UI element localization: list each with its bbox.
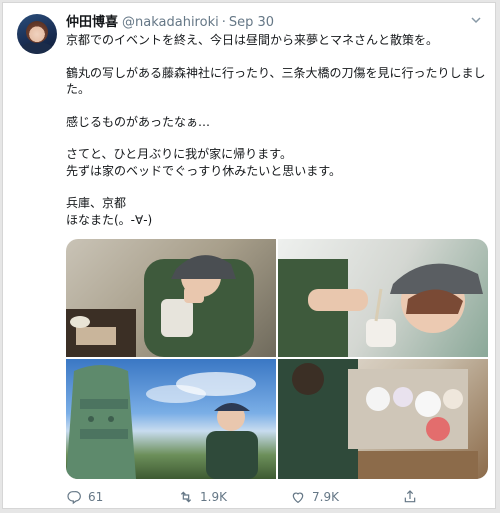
avatar-head bbox=[26, 21, 48, 43]
tweet-text: 京都でのイベントを終え、今日は昼間から来夢とマネさんと散策を。 鶴丸の写しがある… bbox=[66, 32, 486, 228]
photo-matcha-ceremony[interactable] bbox=[66, 239, 276, 357]
user-handle[interactable]: @nakadahiroki bbox=[122, 15, 219, 30]
retweet-icon bbox=[180, 491, 192, 503]
chevron-down-icon[interactable] bbox=[467, 14, 485, 32]
reply-icon bbox=[67, 491, 81, 505]
like-count: 7.9K bbox=[312, 490, 339, 504]
tweet-paragraph: 鶴丸の写しがある藤森神社に行ったり、三条大橋の刀傷を見に行ったりしました。 bbox=[66, 65, 486, 97]
like-button[interactable]: 7.9K bbox=[290, 487, 339, 507]
photo-figurine-shop[interactable] bbox=[278, 359, 488, 479]
separator: · bbox=[221, 15, 226, 30]
share-button[interactable] bbox=[402, 487, 424, 507]
tweet-header: 仲田博喜 @nakadahiroki · Sep 30 bbox=[66, 14, 274, 32]
reply-button[interactable]: 61 bbox=[66, 487, 103, 507]
tweet-paragraph: 感じるものがあったなぁ… bbox=[66, 114, 211, 129]
retweet-count: 1.9K bbox=[200, 490, 227, 504]
share-icon bbox=[404, 490, 416, 503]
avatar-shirt bbox=[20, 42, 54, 54]
reply-count: 61 bbox=[88, 490, 104, 504]
display-name[interactable]: 仲田博喜 bbox=[66, 15, 118, 30]
tweet-paragraph: 京都でのイベントを終え、今日は昼間から来夢とマネさんと散策を。 bbox=[66, 33, 439, 47]
heart-icon bbox=[292, 492, 304, 504]
photo-smiling-cap[interactable] bbox=[278, 239, 488, 357]
tweet-paragraph: 兵庫、京都 ほなまた(。-∀-) bbox=[66, 196, 153, 227]
retweet-button[interactable]: 1.9K bbox=[178, 487, 227, 507]
avatar[interactable] bbox=[17, 14, 57, 54]
photo-grid bbox=[66, 239, 488, 479]
tweet-card: 仲田博喜 @nakadahiroki · Sep 30 京都でのイベントを終え、今日は… bbox=[2, 2, 496, 509]
photo-bell-outdoors[interactable] bbox=[66, 359, 276, 479]
tweet-paragraph: さてと、ひと月ぶりに我が家に帰ります。 先ずは家のベッドでぐっすり休みたいと思い… bbox=[66, 147, 342, 178]
tweet-actions: 61 1.9K 7.9K bbox=[66, 487, 486, 507]
tweet-date[interactable]: Sep 30 bbox=[229, 15, 274, 30]
